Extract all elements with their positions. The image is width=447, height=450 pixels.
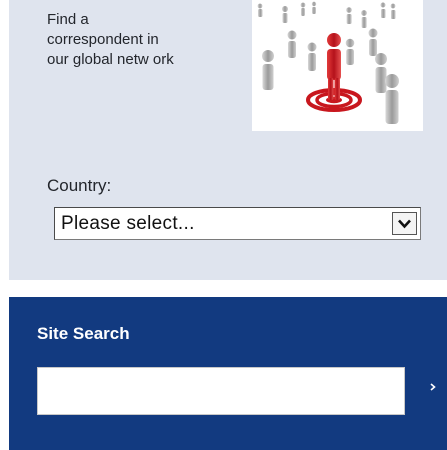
finder-intro-line: Find a [47,11,89,28]
people-network-image [252,0,423,131]
country-select-value: Please select... [61,213,195,234]
chevron-down-icon[interactable] [392,212,417,235]
country-select[interactable]: Please select... [54,207,421,240]
correspondent-finder-panel: Find a correspondent in our global netw … [9,0,447,280]
people-network-target-icon [257,1,399,124]
finder-intro-line: our global netw ork [47,51,174,68]
chevron-right-icon[interactable] [425,375,441,399]
country-label: Country: [47,176,112,195]
finder-intro-line: correspondent in [47,31,159,48]
site-search-title: Site Search [37,324,130,343]
finder-intro-text: Find a correspondent in our global netw … [47,10,237,70]
site-search-input[interactable] [37,367,405,415]
site-search-panel: Site Search [9,297,447,450]
